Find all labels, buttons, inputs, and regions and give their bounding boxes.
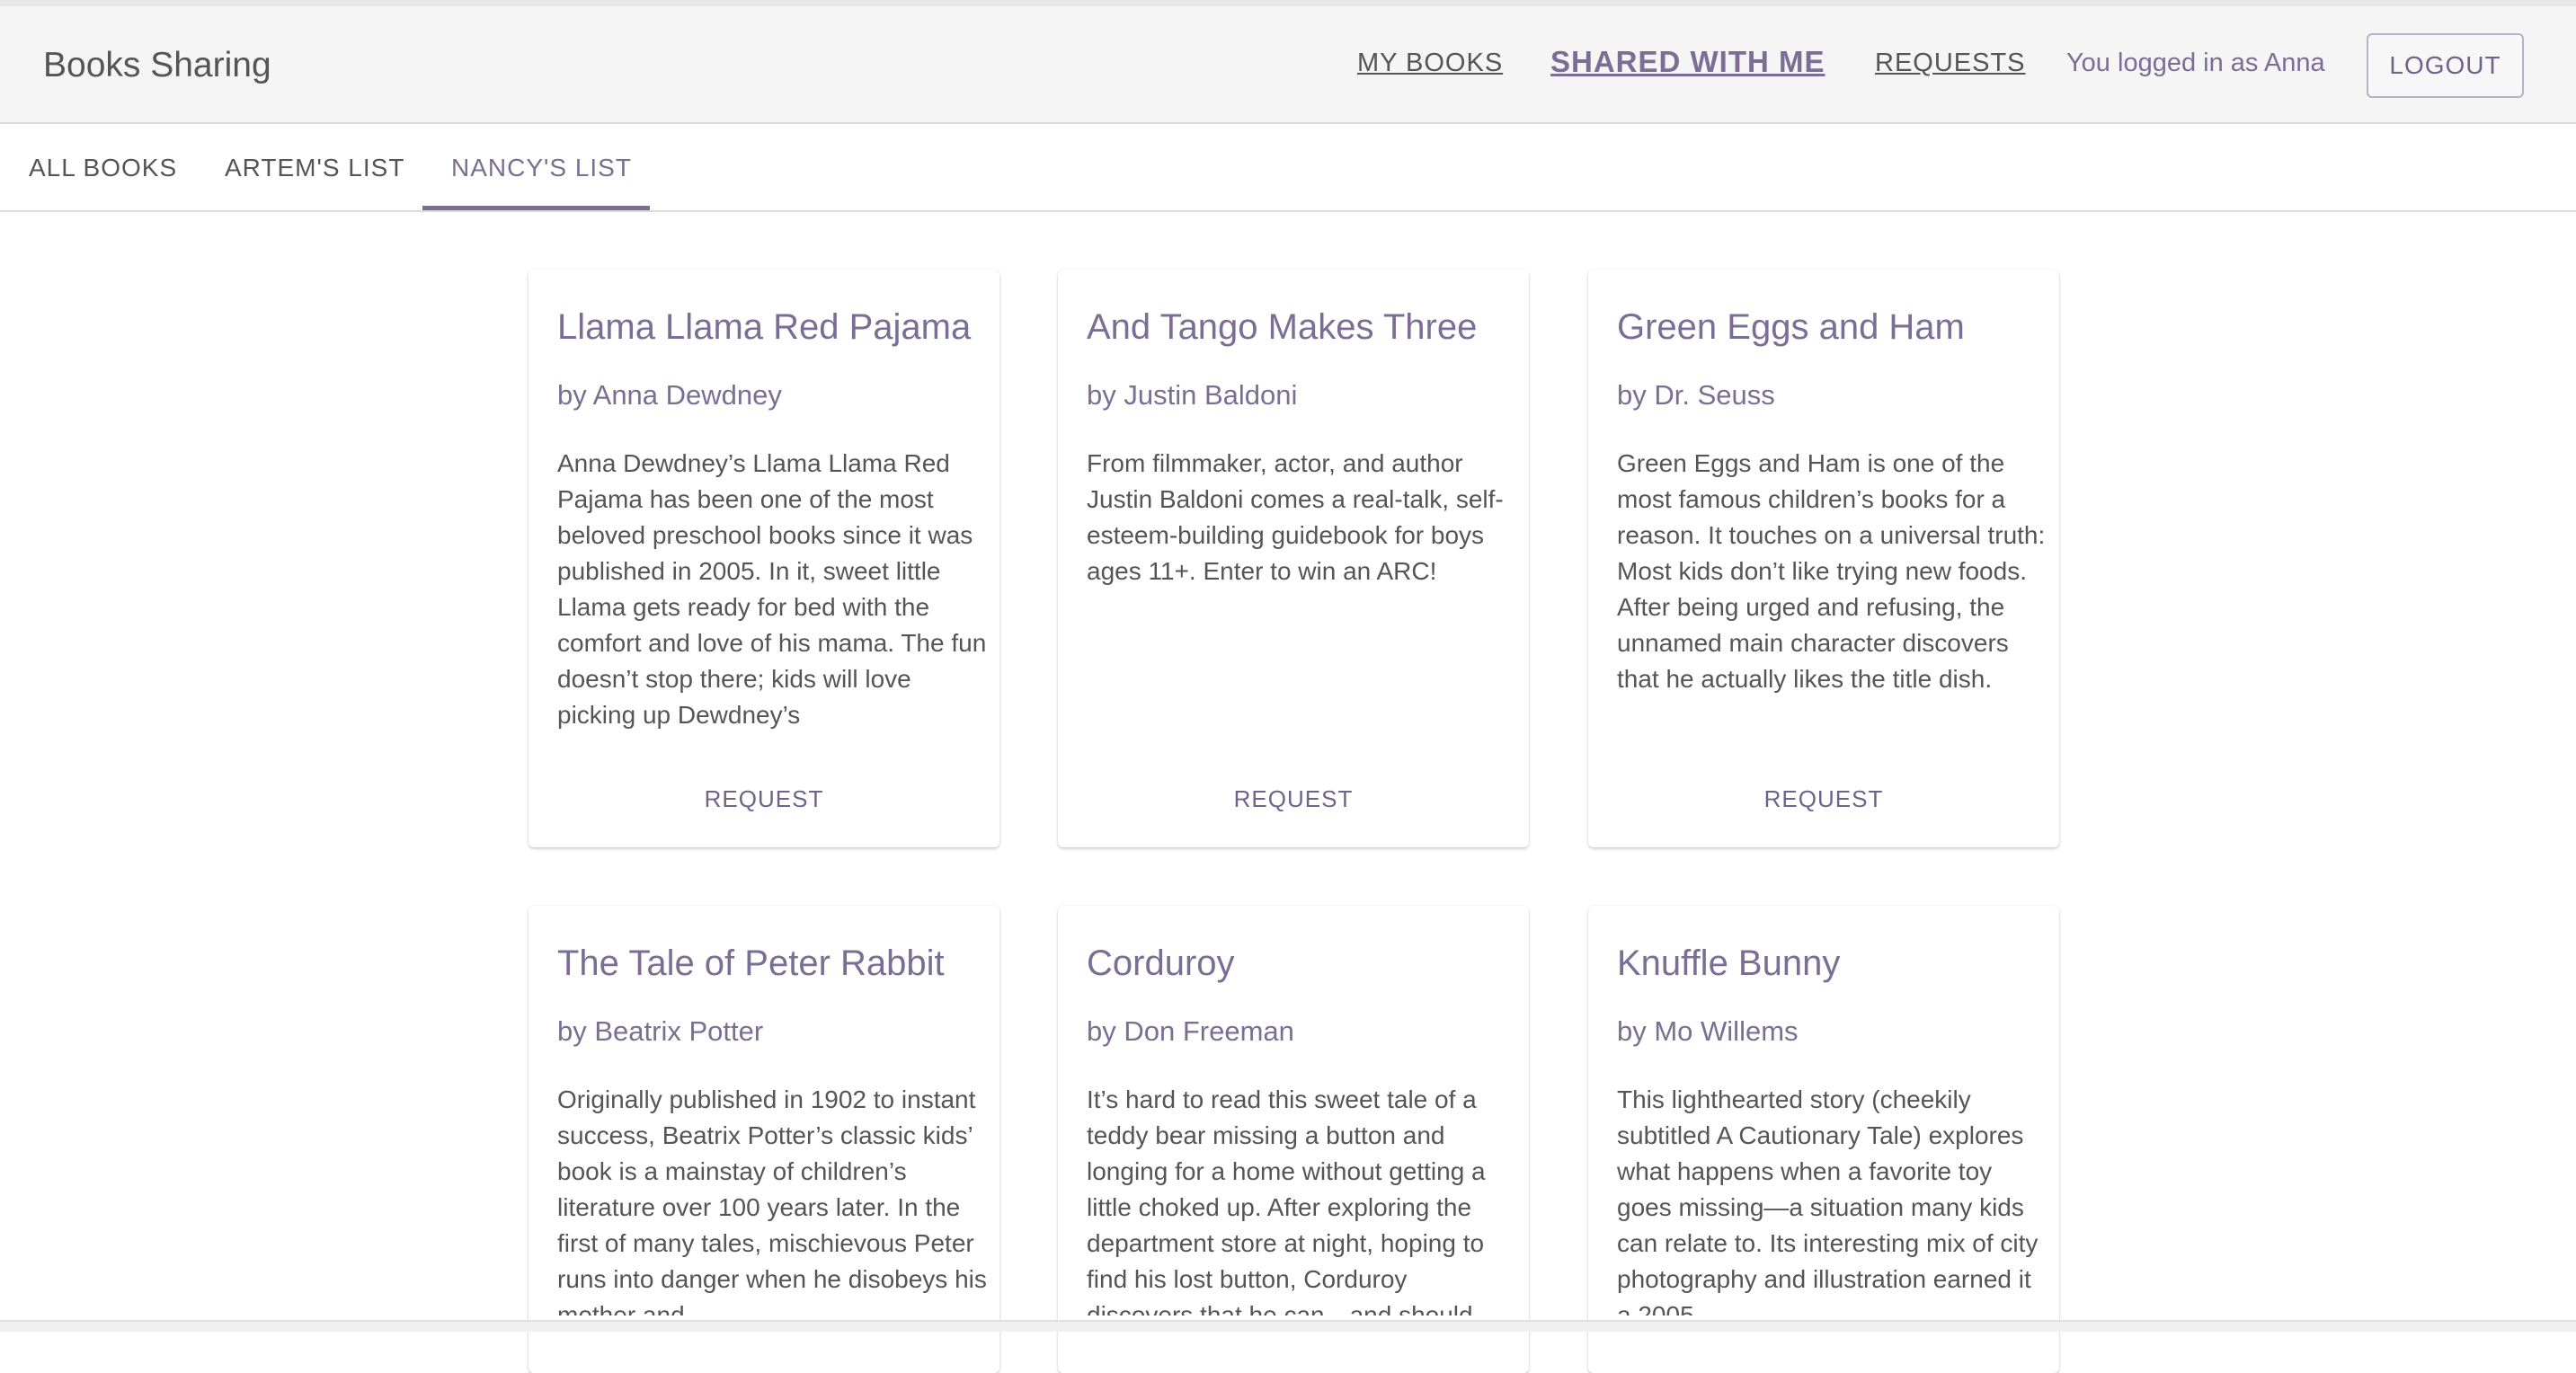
app-header: Books Sharing MY BOOKS SHARED WITH ME RE… [0, 6, 2576, 124]
book-author: by Dr. Seuss [1617, 379, 1775, 411]
book-title: Green Eggs and Ham [1617, 307, 1965, 347]
request-button[interactable]: REQUEST [529, 785, 999, 813]
logout-button[interactable]: LOGOUT [2367, 33, 2524, 98]
book-description: Green Eggs and Ham is one of the most fa… [1617, 449, 2046, 693]
book-card: Llama Llama Red Pajama by Anna Dewdney A… [529, 270, 999, 847]
book-author: by Don Freeman [1087, 1015, 1294, 1047]
book-description: This lighthearted story (cheekily subtit… [1617, 1085, 2039, 1315]
tab-all-books[interactable]: ALL BOOKS [29, 154, 177, 182]
logged-in-status: You logged in as Anna [2066, 49, 2325, 77]
book-card: And Tango Makes Three by Justin Baldoni … [1058, 270, 1529, 847]
book-author: by Mo Willems [1617, 1015, 1799, 1047]
book-card: Knuffle Bunny by Mo Willems This lighthe… [1588, 906, 2059, 1373]
book-title: Corduroy [1087, 943, 1235, 983]
book-card: Green Eggs and Ham by Dr. Seuss Green Eg… [1588, 270, 2059, 847]
book-title: And Tango Makes Three [1087, 307, 1478, 347]
book-card: The Tale of Peter Rabbit by Beatrix Pott… [529, 906, 999, 1373]
book-card: Corduroy by Don Freeman It’s hard to rea… [1058, 906, 1529, 1373]
request-button[interactable]: REQUEST [1588, 785, 2059, 813]
book-title: Llama Llama Red Pajama [557, 307, 972, 347]
book-description: Originally published in 1902 to instant … [557, 1085, 987, 1315]
tab-nancys-list[interactable]: NANCY'S LIST [451, 154, 632, 182]
request-button[interactable]: REQUEST [1058, 785, 1529, 813]
nav-requests[interactable]: REQUESTS [1875, 49, 2026, 78]
book-author: by Justin Baldoni [1087, 379, 1298, 411]
book-description: It’s hard to read this sweet tale of a t… [1087, 1085, 1498, 1315]
active-tab-indicator [422, 206, 650, 210]
book-title: The Tale of Peter Rabbit [557, 943, 945, 983]
book-description: Anna Dewdney’s Llama Llama Red Pajama ha… [557, 449, 987, 729]
brand-title: Books Sharing [43, 46, 271, 84]
bottom-edge [0, 1320, 2576, 1332]
tab-artems-list[interactable]: ARTEM'S LIST [225, 154, 404, 182]
list-tabs: ALL BOOKS ARTEM'S LIST NANCY'S LIST [0, 124, 2576, 212]
book-author: by Anna Dewdney [557, 379, 782, 411]
top-edge [0, 0, 2576, 6]
book-description: From filmmaker, actor, and author Justin… [1087, 449, 1504, 585]
book-title: Knuffle Bunny [1617, 943, 1841, 983]
nav-shared-with-me[interactable]: SHARED WITH ME [1550, 45, 1825, 79]
book-author: by Beatrix Potter [557, 1015, 764, 1047]
nav-my-books[interactable]: MY BOOKS [1357, 49, 1503, 78]
